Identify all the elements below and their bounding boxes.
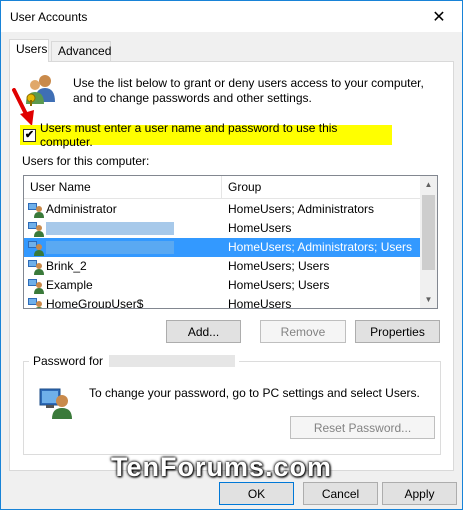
window-title: User Accounts xyxy=(10,10,88,24)
user-group-cell: HomeUsers xyxy=(228,297,292,309)
users-tab-panel: Use the list below to grant or deny user… xyxy=(9,61,454,471)
checkmark-icon: ✔ xyxy=(24,128,35,141)
close-button[interactable]: ✕ xyxy=(416,1,462,32)
redacted-username xyxy=(109,355,236,367)
user-group-cell: HomeUsers; Users xyxy=(228,259,330,273)
user-row[interactable]: Brink_2 HomeUsers; Users xyxy=(24,257,422,276)
must-login-row[interactable]: ✔ Users must enter a user name and passw… xyxy=(20,121,392,149)
user-row[interactable]: HomeUsers; Administrators; Users xyxy=(24,238,422,257)
user-name-cell: HomeGroupUser$ xyxy=(46,297,144,309)
users-listview[interactable]: User Name Group Administrator HomeUsers; … xyxy=(23,175,438,309)
password-instructions: To change your password, go to PC settin… xyxy=(89,386,420,400)
must-login-label[interactable]: Users must enter a user name and passwor… xyxy=(40,121,392,149)
ok-button[interactable]: OK xyxy=(219,482,294,505)
must-login-checkbox[interactable]: ✔ xyxy=(23,128,36,142)
user-password-icon xyxy=(39,388,72,419)
column-group[interactable]: Group xyxy=(222,176,422,199)
scroll-down-icon[interactable]: ▼ xyxy=(420,291,437,308)
user-group-cell: HomeUsers; Administrators xyxy=(228,202,375,216)
user-account-icon xyxy=(28,278,44,294)
user-group-cell: HomeUsers xyxy=(228,221,292,235)
intro-text: Use the list below to grant or deny user… xyxy=(73,76,424,105)
user-row[interactable]: HomeUsers xyxy=(24,219,422,238)
tab-users[interactable]: Users xyxy=(9,39,49,62)
close-icon: ✕ xyxy=(432,8,446,26)
user-account-icon xyxy=(28,259,44,275)
user-account-icon xyxy=(28,202,44,218)
password-legend-label: Password for xyxy=(33,354,104,368)
properties-button[interactable]: Properties xyxy=(355,320,440,343)
annotation-arrow-icon xyxy=(12,88,34,126)
password-groupbox: Password for To change your password, go… xyxy=(23,354,441,455)
user-group-cell: HomeUsers; Users xyxy=(228,278,330,292)
user-name-cell: Administrator xyxy=(46,202,117,216)
watermark-text: TenForums.com xyxy=(111,452,333,482)
scroll-up-icon[interactable]: ▲ xyxy=(420,176,437,193)
users-list-caption: Users for this computer: xyxy=(22,154,150,168)
redacted-username xyxy=(46,222,174,235)
user-accounts-window: User Accounts ✕ Users Advanced Use the l… xyxy=(0,0,463,510)
user-row[interactable]: HomeGroupUser$ HomeUsers xyxy=(24,295,422,309)
listview-scrollbar[interactable]: ▲ ▼ xyxy=(420,176,437,308)
reset-password-button[interactable]: Reset Password... xyxy=(290,416,435,439)
redacted-username xyxy=(46,241,174,254)
listview-header: User Name Group xyxy=(24,176,422,199)
password-legend: Password for xyxy=(29,354,240,368)
tab-advanced[interactable]: Advanced xyxy=(51,41,111,61)
apply-button[interactable]: Apply xyxy=(382,482,457,505)
title-bar: User Accounts ✕ xyxy=(1,1,462,32)
user-row[interactable]: Administrator HomeUsers; Administrators xyxy=(24,200,422,219)
column-user-name[interactable]: User Name xyxy=(24,176,222,199)
scroll-thumb[interactable] xyxy=(422,195,435,270)
add-user-button[interactable]: Add... xyxy=(166,320,241,343)
user-name-cell: Example xyxy=(46,278,93,292)
user-account-icon xyxy=(28,221,44,237)
user-account-icon xyxy=(28,297,44,308)
user-row[interactable]: Example HomeUsers; Users xyxy=(24,276,422,295)
user-group-cell: HomeUsers; Administrators; Users xyxy=(228,240,413,254)
listview-rows: Administrator HomeUsers; Administrators Ho… xyxy=(24,200,422,309)
remove-user-button[interactable]: Remove xyxy=(260,320,346,343)
user-name-cell: Brink_2 xyxy=(46,259,87,273)
cancel-button[interactable]: Cancel xyxy=(303,482,378,505)
user-account-icon xyxy=(28,240,44,256)
